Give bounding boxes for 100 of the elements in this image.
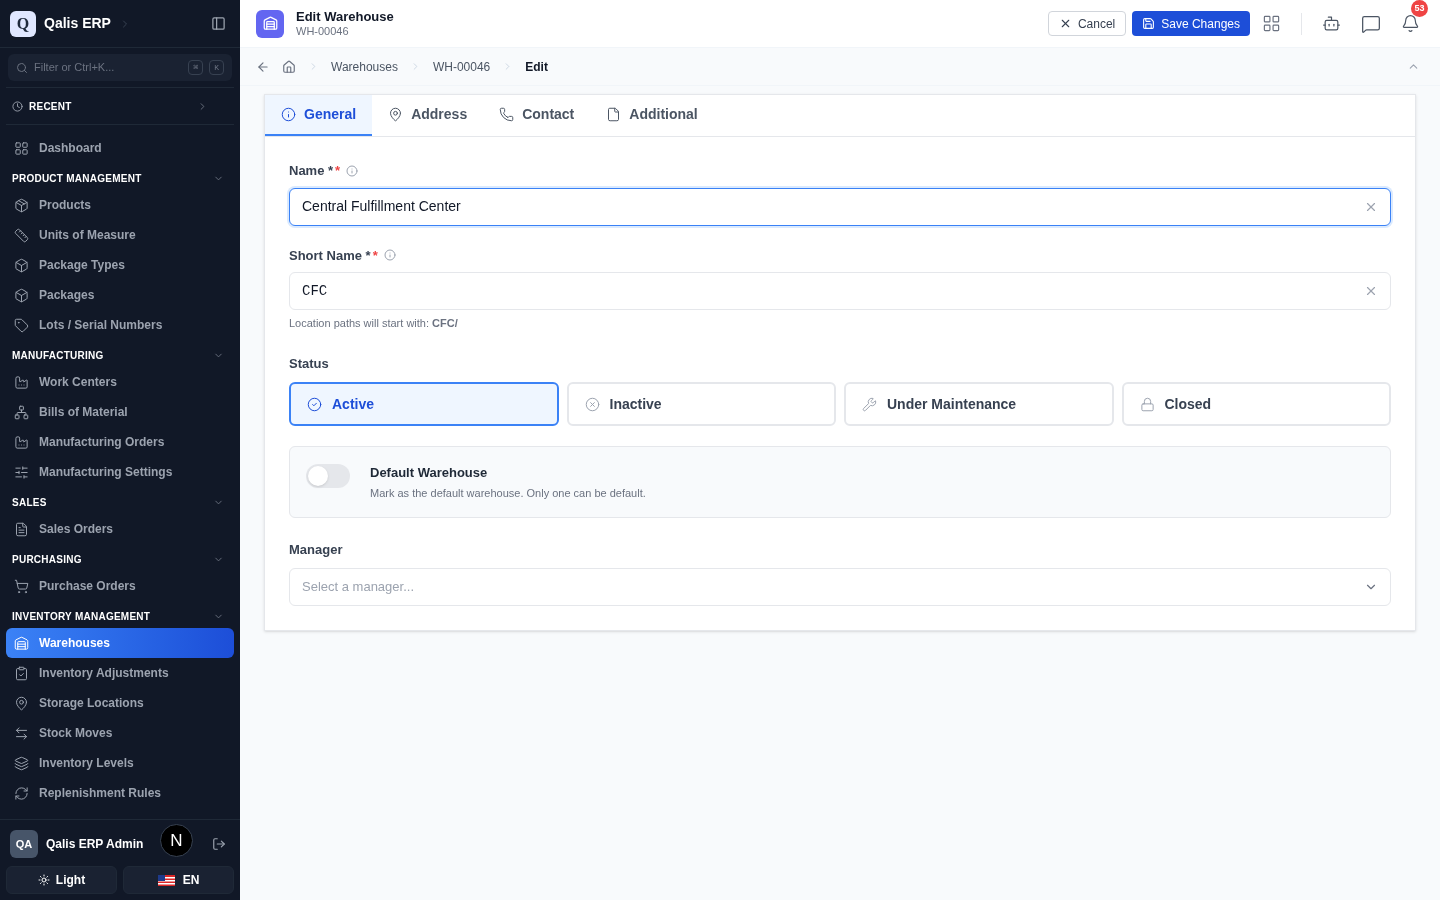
section-header[interactable]: PURCHASING	[0, 544, 240, 571]
field-label: Manager	[289, 541, 344, 559]
shortcut-key: K	[209, 60, 224, 75]
tag-icon	[14, 317, 29, 333]
ruler-icon	[14, 227, 29, 243]
sidebar-item[interactable]: Package Types	[6, 250, 234, 280]
clock-icon	[12, 100, 23, 112]
breadcrumb-link[interactable]: Warehouses	[331, 57, 398, 76]
apps-icon[interactable]	[1262, 14, 1281, 33]
breadcrumb-link[interactable]: WH-00046	[432, 57, 491, 76]
search-icon	[16, 61, 28, 74]
pin-icon	[14, 695, 29, 711]
cart-icon	[14, 578, 29, 594]
sidebar-item[interactable]: Products	[6, 190, 234, 220]
sidebar-item[interactable]: Purchase Orders	[6, 571, 234, 601]
robot-icon[interactable]	[1322, 14, 1341, 33]
section-header[interactable]: PRODUCT MANAGEMENT	[0, 163, 240, 190]
tab[interactable]: General	[265, 95, 373, 136]
sidebar-item[interactable]: Manufacturing Orders	[6, 427, 234, 457]
factory-icon	[14, 374, 29, 390]
pin-icon	[388, 107, 404, 122]
sidebar-item[interactable]: Inventory Adjustments	[6, 658, 234, 688]
document-icon	[14, 521, 29, 537]
phone-icon	[499, 107, 515, 122]
refresh-icon	[14, 785, 29, 801]
shortcut-key: ⌘	[188, 60, 204, 75]
text-field[interactable]: Central Fulfillment Center	[289, 187, 1391, 226]
sidebar-item[interactable]: Sales Orders	[6, 514, 234, 544]
sliders-icon	[14, 464, 29, 480]
sidebar-item[interactable]: Warehouses	[6, 628, 234, 658]
flag-icon	[157, 874, 175, 886]
text-field[interactable]: CFC	[289, 272, 1391, 310]
sidebar-item[interactable]: Stock Moves	[6, 718, 234, 748]
sidebar-item[interactable]: Units of Measure	[6, 220, 234, 250]
sidebar-item[interactable]: Storage Locations	[6, 688, 234, 718]
box-icon	[14, 287, 29, 303]
warehouse-icon	[256, 9, 284, 38]
factory-icon	[14, 434, 29, 450]
status-option[interactable]: Under Maintenance	[844, 382, 1114, 426]
breadcrumb-current: Edit	[525, 58, 548, 76]
user-avatar: QA	[10, 830, 38, 858]
status-option[interactable]: Active	[289, 382, 559, 426]
x-circle-icon	[584, 396, 600, 412]
status-option[interactable]: Closed	[1121, 382, 1391, 426]
section-header[interactable]: MANUFACTURING	[0, 340, 240, 367]
file-icon	[606, 107, 622, 122]
sidebar-item[interactable]: Replenishment Rules	[6, 778, 234, 808]
required-mark: *	[372, 246, 378, 265]
toggle-title: Default Warehouse	[370, 464, 489, 482]
field-label: Name *	[289, 162, 334, 180]
sun-icon	[37, 874, 50, 886]
tab[interactable]: Address	[372, 95, 484, 136]
sidebar-item[interactable]: Manufacturing Settings	[6, 457, 234, 487]
section-header[interactable]: INVENTORY MANAGEMENT	[0, 601, 240, 628]
sidebar-item[interactable]: Inventory Levels	[6, 748, 234, 778]
toggle-switch[interactable]	[306, 464, 350, 488]
hierarchy-icon	[14, 404, 29, 420]
clipboard-icon	[14, 665, 29, 681]
section-header[interactable]: SALES	[0, 487, 240, 514]
warehouse-icon	[14, 635, 29, 651]
theme-button[interactable]: Light	[6, 866, 117, 894]
sidebar-toggle-icon[interactable]	[211, 16, 226, 31]
sidebar-item[interactable]: Dashboard	[6, 133, 234, 163]
user-name: Qalis ERP Admin	[46, 836, 144, 853]
tab[interactable]: Additional	[590, 95, 714, 136]
package-icon	[14, 197, 29, 213]
box-icon	[14, 257, 29, 273]
save-button[interactable]: Save Changes	[1132, 11, 1250, 36]
home-icon[interactable]	[282, 59, 296, 74]
field-hint: Location paths will start with: CFC/	[289, 316, 459, 331]
sidebar-item[interactable]: Bills of Material	[6, 397, 234, 427]
logout-icon[interactable]	[212, 837, 226, 851]
status-option[interactable]: Inactive	[566, 382, 836, 426]
language-button[interactable]: EN	[123, 866, 234, 894]
back-icon[interactable]	[256, 59, 270, 74]
sidebar-item[interactable]: Lots / Serial Numbers	[6, 310, 234, 340]
grid-icon	[14, 140, 29, 156]
recent-button[interactable]: RECENT	[0, 88, 240, 124]
page-subtitle: WH-00046	[296, 24, 350, 39]
app-logo: Q	[10, 10, 36, 37]
toggle-description: Mark as the default warehouse. Only one can be default.	[370, 485, 646, 501]
notification-badge: 53	[1411, 0, 1428, 17]
sidebar-item[interactable]: Work Centers	[6, 367, 234, 397]
cancel-button[interactable]: Cancel	[1047, 11, 1127, 36]
clear-icon[interactable]	[1364, 284, 1378, 298]
arrows-icon	[14, 725, 29, 741]
check-circle-icon	[307, 396, 322, 412]
info-icon	[281, 107, 296, 122]
lock-icon	[1139, 396, 1155, 412]
save-icon	[1142, 17, 1156, 30]
notification-icon[interactable]	[1401, 14, 1420, 33]
sidebar-item[interactable]: Packages	[6, 280, 234, 310]
page-title: Edit Warehouse	[296, 8, 395, 25]
tab[interactable]: Contact	[483, 95, 591, 136]
required-mark: *	[335, 162, 341, 180]
field-label: Status	[289, 354, 330, 373]
wrench-icon	[862, 396, 877, 412]
app-name: Qalis ERP	[44, 14, 111, 33]
dev-badge[interactable]: N	[160, 824, 193, 857]
chat-icon[interactable]	[1361, 13, 1381, 34]
